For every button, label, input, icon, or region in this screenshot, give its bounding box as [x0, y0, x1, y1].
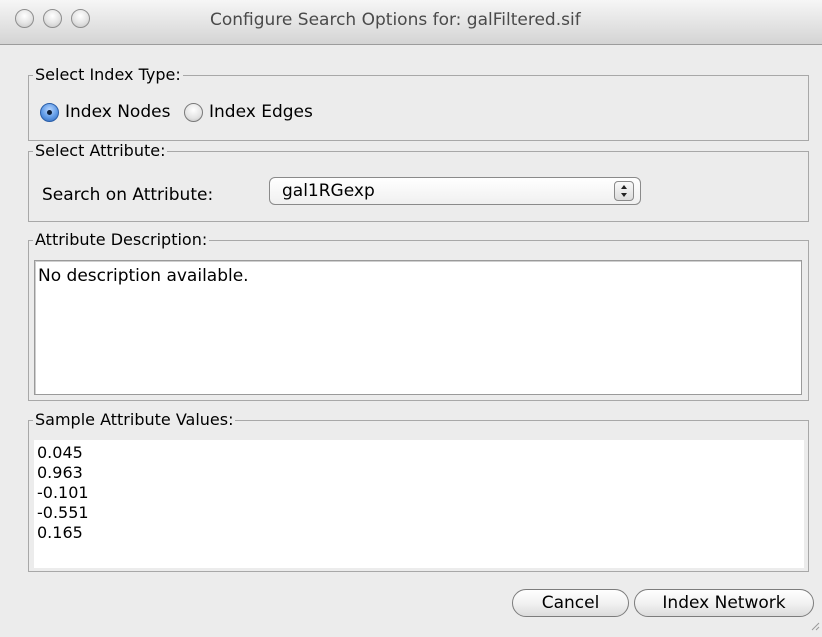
index-type-group: Select Index Type: Index Nodes Index Edg…: [28, 65, 809, 141]
select-attribute-group: Select Attribute: Search on Attribute: g…: [28, 141, 809, 222]
list-item: 0.963: [37, 463, 83, 482]
sample-values-legend: Sample Attribute Values:: [33, 410, 236, 430]
select-arrows-icon[interactable]: [614, 181, 634, 201]
index-network-button[interactable]: Index Network: [634, 589, 814, 617]
select-attribute-legend: Select Attribute:: [33, 141, 168, 161]
configure-search-dialog: Configure Search Options for: galFiltere…: [0, 0, 822, 637]
attribute-description-group: Attribute Description: No description av…: [28, 230, 809, 401]
search-attribute-label: Search on Attribute:: [42, 185, 214, 205]
sample-values-group: Sample Attribute Values: 0.045 0.963 -0.…: [28, 410, 809, 572]
description-text: No description available.: [38, 266, 249, 286]
list-item: -0.101: [37, 483, 89, 502]
cancel-button[interactable]: Cancel: [512, 589, 629, 617]
sample-values-list-box[interactable]: 0.045 0.963 -0.101 -0.551 0.165: [34, 440, 804, 568]
sample-values-list: 0.045 0.963 -0.101 -0.551 0.165: [37, 443, 89, 543]
index-type-legend: Select Index Type:: [33, 65, 183, 85]
attribute-select-value: gal1RGexp: [282, 181, 375, 201]
attribute-description-legend: Attribute Description:: [33, 230, 210, 250]
list-item: 0.165: [37, 523, 83, 542]
list-item: -0.551: [37, 503, 89, 522]
description-text-area[interactable]: No description available.: [34, 260, 802, 395]
index-nodes-radio[interactable]: [40, 103, 59, 122]
resize-grip-icon[interactable]: [808, 616, 820, 635]
window-title: Configure Search Options for: galFiltere…: [210, 10, 581, 30]
title-bar[interactable]: Configure Search Options for: galFiltere…: [0, 0, 822, 45]
list-item: 0.045: [37, 443, 83, 462]
index-edges-radio[interactable]: [184, 103, 203, 122]
index-nodes-label[interactable]: Index Nodes: [65, 102, 170, 122]
index-edges-label[interactable]: Index Edges: [209, 102, 313, 122]
attribute-select[interactable]: gal1RGexp: [269, 177, 641, 205]
